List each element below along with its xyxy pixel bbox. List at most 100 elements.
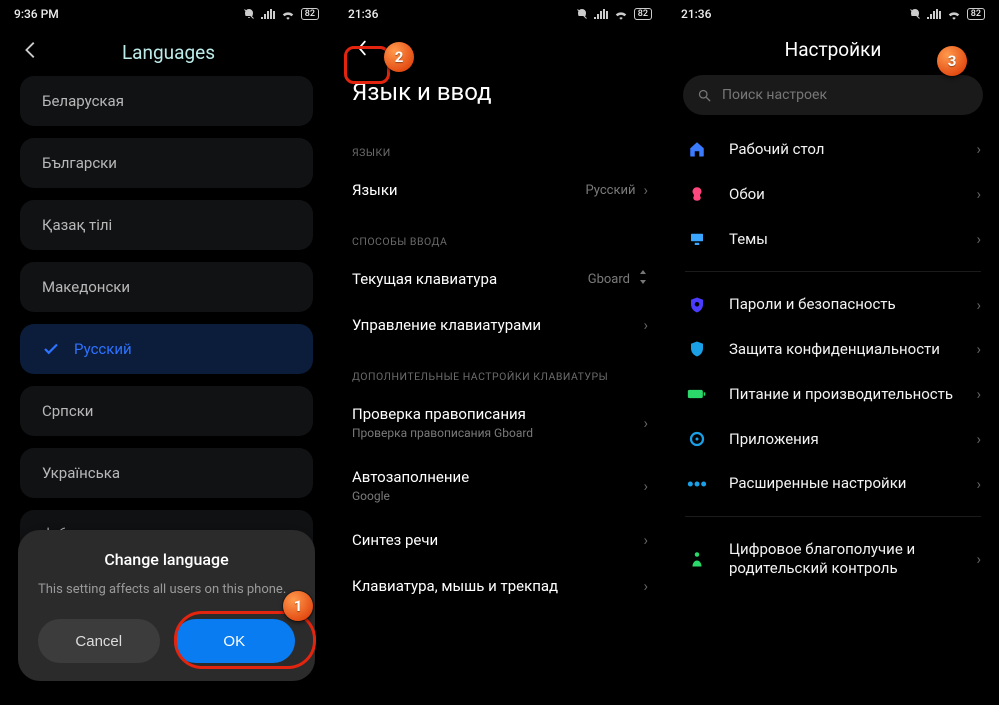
status-icons: 82 xyxy=(909,8,985,20)
chevron-right-icon: › xyxy=(643,181,648,199)
row-current-keyboard[interactable]: Текущая клавиатура Gboard xyxy=(334,256,666,302)
screen-settings: 21:36 82 Настройки 3 Поиск настроек Рабо… xyxy=(666,0,999,705)
language-option[interactable]: Српски xyxy=(20,386,313,436)
chevron-right-icon: › xyxy=(643,477,648,495)
header xyxy=(334,28,666,72)
settings-group-2: Пароли и безопасность›Защита конфиденциа… xyxy=(667,282,999,506)
arrow-left-icon xyxy=(20,39,42,61)
dnd-icon xyxy=(576,8,588,20)
row-languages[interactable]: Языки Русский › xyxy=(334,167,666,213)
signal-icon xyxy=(927,9,941,19)
chevron-right-icon: › xyxy=(976,340,981,358)
row-keyboard-mgmt[interactable]: Управление клавиатурами › xyxy=(334,302,666,348)
annotation-1: 1 xyxy=(283,591,313,621)
battery-icon: 82 xyxy=(301,8,319,20)
settings-row[interactable]: Обои› xyxy=(667,172,999,217)
section-languages: ЯЗЫКИ xyxy=(334,124,666,167)
theme-icon xyxy=(685,230,709,248)
battery-icon xyxy=(685,387,709,401)
status-bar: 21:36 82 xyxy=(667,0,999,28)
change-language-dialog: Change language This setting affects all… xyxy=(18,530,315,681)
dialog-body: This setting affects all users on this p… xyxy=(38,581,295,599)
settings-row[interactable]: Питание и производительность› xyxy=(667,372,999,417)
language-option[interactable]: Български xyxy=(20,138,313,188)
updown-icon xyxy=(638,270,648,288)
chevron-right-icon: › xyxy=(976,385,981,403)
dialog-title: Change language xyxy=(38,550,295,569)
chevron-right-icon: › xyxy=(976,475,981,493)
chevron-right-icon: › xyxy=(643,316,648,334)
settings-row[interactable]: Темы› xyxy=(667,217,999,262)
status-time: 9:36 PM xyxy=(14,7,59,21)
battery-icon: 82 xyxy=(634,8,652,20)
screen-languages: 9:36 PM 82 Languages Беларуская Български… xyxy=(0,0,333,705)
wifi-icon xyxy=(614,9,628,20)
more-icon xyxy=(685,480,709,488)
home-icon xyxy=(685,140,709,158)
status-icons: 82 xyxy=(243,8,319,20)
settings-group-1: Рабочий стол›Обои›Темы› xyxy=(667,127,999,261)
page-title: Languages xyxy=(48,41,289,64)
status-icons: 82 xyxy=(576,8,652,20)
language-option[interactable]: Македонски xyxy=(20,262,313,312)
settings-row[interactable]: Защита конфиденциальности› xyxy=(667,327,999,372)
status-time: 21:36 xyxy=(348,7,378,21)
signal-icon xyxy=(594,9,608,19)
language-option[interactable]: Русский xyxy=(20,324,313,374)
language-option[interactable]: Қазақ тілі xyxy=(20,200,313,250)
status-time: 21:36 xyxy=(681,7,711,21)
section-input: СПОСОБЫ ВВОДА xyxy=(334,213,666,256)
apps-icon xyxy=(685,430,709,448)
settings-row[interactable]: Пароли и безопасность› xyxy=(667,282,999,327)
shield-icon xyxy=(685,296,709,314)
search-placeholder: Поиск настроек xyxy=(722,87,827,103)
language-option[interactable]: Українська xyxy=(20,448,313,498)
header: Languages xyxy=(0,28,333,76)
settings-row[interactable]: Приложения› xyxy=(667,417,999,462)
battery-icon: 82 xyxy=(967,8,985,20)
settings-group-3: Цифровое благополучие и родительский кон… xyxy=(667,527,999,591)
settings-row[interactable]: Цифровое благополучие и родительский кон… xyxy=(667,527,999,591)
settings-row[interactable]: Рабочий стол› xyxy=(667,127,999,172)
row-autofill[interactable]: Автозаполнение Google › xyxy=(334,454,666,517)
status-bar: 9:36 PM 82 xyxy=(0,0,333,28)
annotation-3: 3 xyxy=(937,46,967,76)
chevron-right-icon: › xyxy=(976,296,981,314)
signal-icon xyxy=(261,9,275,19)
screen-lang-input: 21:36 82 2 Язык и ввод ЯЗЫКИ Языки Русск… xyxy=(333,0,666,705)
ok-button[interactable]: OK xyxy=(174,619,296,663)
wellbeing-icon xyxy=(685,550,709,568)
privacy-icon xyxy=(685,340,709,358)
back-button[interactable] xyxy=(14,33,48,71)
row-kmt[interactable]: Клавиатура, мышь и трекпад › xyxy=(334,563,666,609)
wallpaper-icon xyxy=(685,185,709,203)
chevron-right-icon: › xyxy=(976,185,981,203)
language-option[interactable]: Беларуская xyxy=(20,76,313,126)
section-extra: ДОПОЛНИТЕЛЬНЫЕ НАСТРОЙКИ КЛАВИАТУРЫ xyxy=(334,348,666,391)
search-input[interactable]: Поиск настроек xyxy=(683,75,983,115)
language-list[interactable]: Беларуская Български Қазақ тілі Македонски Р… xyxy=(0,76,333,560)
status-bar: 21:36 82 xyxy=(334,0,666,28)
chevron-right-icon: › xyxy=(643,577,648,595)
divider xyxy=(685,516,981,517)
wifi-icon xyxy=(281,9,295,20)
chevron-right-icon: › xyxy=(976,430,981,448)
wifi-icon xyxy=(947,9,961,20)
check-icon xyxy=(42,340,60,358)
chevron-right-icon: › xyxy=(643,414,648,432)
arrow-left-icon xyxy=(352,37,374,59)
settings-row[interactable]: Расширенные настройки› xyxy=(667,461,999,506)
row-tts[interactable]: Синтез речи › xyxy=(334,517,666,563)
back-button[interactable] xyxy=(342,29,384,71)
dnd-icon xyxy=(243,8,255,20)
page-title: Язык и ввод xyxy=(334,72,666,124)
annotation-2: 2 xyxy=(384,42,414,72)
search-icon xyxy=(697,88,712,103)
row-spellcheck[interactable]: Проверка правописания Проверка правописа… xyxy=(334,391,666,454)
chevron-right-icon: › xyxy=(976,230,981,248)
cancel-button[interactable]: Cancel xyxy=(38,619,160,663)
chevron-right-icon: › xyxy=(643,531,648,549)
divider xyxy=(685,271,981,272)
chevron-right-icon: › xyxy=(976,550,981,568)
dnd-icon xyxy=(909,8,921,20)
